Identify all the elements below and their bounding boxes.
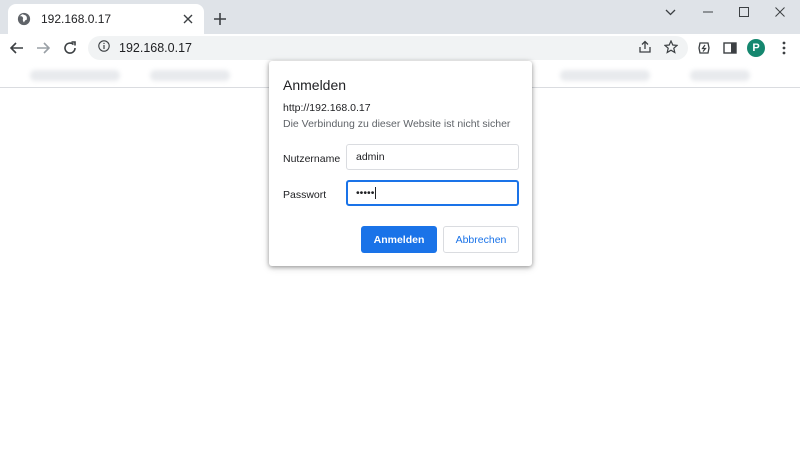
sign-in-button[interactable]: Anmelden (361, 226, 437, 253)
profile-avatar[interactable]: P (747, 39, 765, 57)
dialog-origin: http://192.168.0.17 (283, 102, 371, 114)
extension-icon[interactable] (694, 38, 714, 58)
username-field[interactable]: admin (346, 144, 519, 170)
reload-icon[interactable] (60, 38, 80, 58)
globe-icon (16, 11, 32, 27)
username-value: admin (356, 151, 385, 163)
address-bar[interactable]: 192.168.0.17 (88, 36, 688, 60)
text-caret (375, 187, 377, 199)
bookmark-item[interactable] (30, 70, 120, 81)
bookmark-item[interactable] (150, 70, 230, 81)
address-url: 192.168.0.17 (119, 41, 192, 55)
dialog-title: Anmelden (283, 77, 347, 93)
back-arrow-icon[interactable] (7, 38, 27, 58)
new-tab-button[interactable] (210, 9, 230, 29)
browser-toolbar: 192.168.0.17 P (0, 34, 800, 62)
maximize-icon[interactable] (726, 0, 762, 24)
cancel-button[interactable]: Abbrechen (443, 226, 519, 253)
tab-title: 192.168.0.17 (41, 12, 112, 26)
browser-tab[interactable]: 192.168.0.17 (8, 4, 204, 34)
side-panel-icon[interactable] (720, 38, 740, 58)
username-label: Nutzername (283, 153, 341, 165)
bookmark-star-icon[interactable] (662, 38, 680, 56)
window-close-icon[interactable] (762, 0, 798, 24)
minimize-icon[interactable] (690, 0, 726, 24)
bookmark-item[interactable] (560, 70, 650, 81)
info-icon[interactable] (98, 39, 110, 57)
bookmark-item[interactable] (690, 70, 750, 81)
kebab-menu-icon[interactable] (774, 38, 794, 58)
tab-search-chevron-icon[interactable] (652, 0, 688, 24)
password-field[interactable]: ••••• (346, 180, 519, 206)
tab-strip: 192.168.0.17 (0, 0, 800, 34)
insecure-connection-warning: Die Verbindung zu dieser Website ist nic… (283, 118, 511, 130)
http-auth-dialog: Anmelden http://192.168.0.17 Die Verbind… (269, 61, 532, 266)
forward-arrow-icon[interactable] (33, 38, 53, 58)
password-label: Passwort (283, 189, 327, 201)
close-tab-icon[interactable] (180, 11, 196, 27)
share-icon[interactable] (636, 38, 654, 56)
password-value: ••••• (356, 187, 375, 199)
